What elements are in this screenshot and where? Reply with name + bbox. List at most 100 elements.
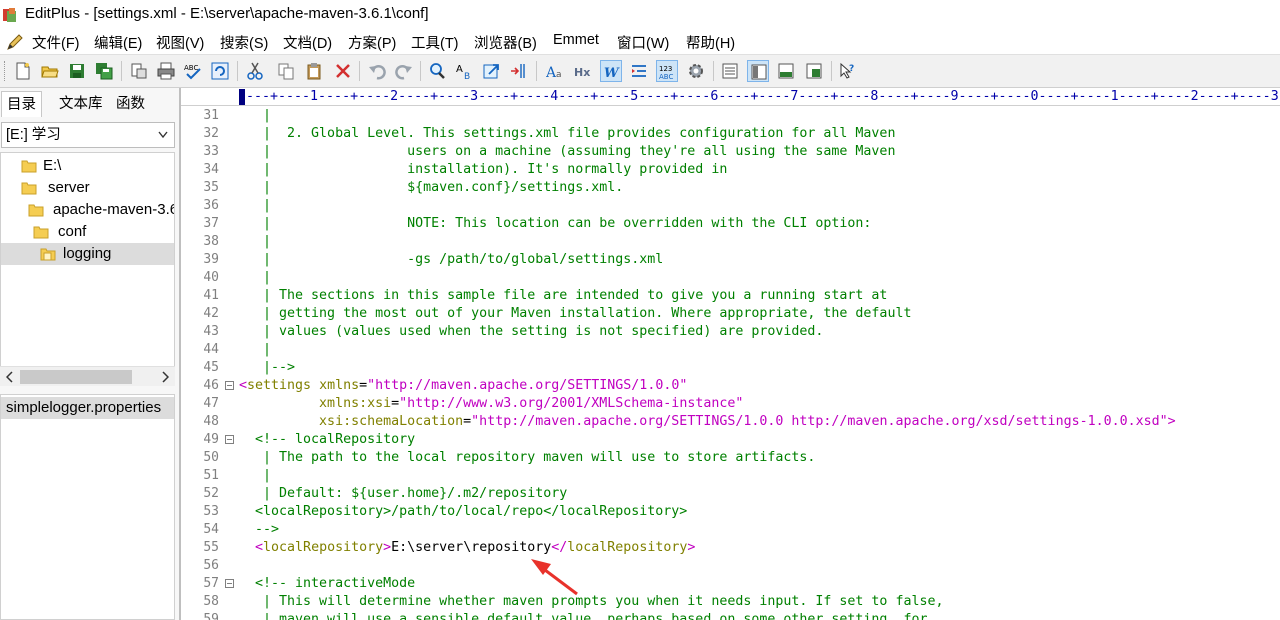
code-line[interactable]: 39 | -gs /path/to/global/settings.xml — [181, 251, 1280, 269]
word-wrap-button[interactable]: W — [600, 60, 622, 82]
print-preview-button[interactable] — [128, 60, 150, 82]
code-line[interactable]: 50 | The path to the local repository ma… — [181, 449, 1280, 467]
menu-tools[interactable]: 工具(T) — [411, 32, 459, 53]
context-help-button[interactable]: ? — [837, 60, 859, 82]
tab-cliptext[interactable]: 文本库 — [54, 91, 108, 117]
html-heading-button[interactable]: Hx — [572, 60, 594, 82]
code-token: localRepository — [263, 540, 384, 555]
directory-window-button[interactable] — [747, 60, 769, 82]
cut-button[interactable] — [244, 60, 266, 82]
save-button[interactable] — [66, 60, 88, 82]
find-button[interactable] — [426, 60, 448, 82]
menu-document[interactable]: 文档(D) — [283, 32, 332, 53]
code-line[interactable]: 51 | — [181, 467, 1280, 485]
menu-help[interactable]: 帮助(H) — [686, 32, 735, 53]
refresh-button[interactable] — [209, 60, 231, 82]
menu-view[interactable]: 视图(V) — [156, 32, 204, 53]
code-line[interactable]: 48 xsi:schemaLocation="http://maven.apac… — [181, 413, 1280, 431]
code-line[interactable]: 44 | — [181, 341, 1280, 359]
code-line[interactable]: 31 | — [181, 107, 1280, 125]
code-editor[interactable]: ---+----1----+----2----+----3----+----4-… — [181, 88, 1280, 620]
code-token: > — [383, 540, 392, 555]
toolbar-grip[interactable] — [4, 61, 8, 81]
tab-functions[interactable]: 函数 — [111, 91, 150, 117]
delete-button[interactable] — [332, 60, 354, 82]
goto-icon — [483, 64, 499, 79]
menu-file[interactable]: 文件(F) — [32, 32, 80, 53]
indent-lines-icon — [632, 65, 646, 77]
code-line[interactable]: 45 |--> — [181, 359, 1280, 377]
replace-button[interactable]: AB — [454, 60, 476, 82]
code-line[interactable]: 54 --> — [181, 521, 1280, 539]
code-line[interactable]: 55 <localRepository>E:\server\repository… — [181, 539, 1280, 557]
code-line[interactable]: 43 | values (values used when the settin… — [181, 323, 1280, 341]
fold-collapse-icon[interactable] — [225, 579, 234, 588]
code-line[interactable]: 37 | NOTE: This location can be overridd… — [181, 215, 1280, 233]
copy-button[interactable] — [275, 60, 297, 82]
drive-select[interactable]: [E:] 学习 — [1, 122, 175, 148]
open-file-button[interactable] — [39, 60, 61, 82]
goto-button[interactable] — [481, 60, 503, 82]
code-line[interactable]: 58 | This will determine whether maven p… — [181, 593, 1280, 611]
code-line[interactable]: 38 | — [181, 233, 1280, 251]
code-line[interactable]: 53 <localRepository>/path/to/local/repo<… — [181, 503, 1280, 521]
file-item[interactable]: simplelogger.properties — [1, 397, 174, 419]
menu-edit[interactable]: 编辑(E) — [94, 32, 142, 53]
scrollbar-thumb[interactable] — [20, 370, 132, 384]
code-line[interactable]: 40 | — [181, 269, 1280, 287]
indent-button[interactable] — [628, 60, 650, 82]
open-folder-icon — [40, 248, 56, 261]
line-number: 41 — [203, 288, 219, 303]
column-select-button[interactable] — [508, 60, 530, 82]
line-number: 42 — [203, 306, 219, 321]
print-button[interactable] — [155, 60, 177, 82]
code-line[interactable]: 41 | The sections in this sample file ar… — [181, 287, 1280, 305]
code-line[interactable]: 35 | ${maven.conf}/settings.xml. — [181, 179, 1280, 197]
code-line[interactable]: 42 | getting the most out of your Maven … — [181, 305, 1280, 323]
menu-project[interactable]: 方案(P) — [348, 32, 396, 53]
code-line[interactable]: 59 | maven will use a sensible default v… — [181, 611, 1280, 620]
font-button[interactable]: Aa — [544, 60, 566, 82]
code-token: | getting the most out of your Maven ins… — [239, 306, 912, 321]
code-token: <!-- interactiveMode — [239, 576, 416, 591]
code-text: | Default: ${user.home}/.m2/repository — [239, 485, 567, 503]
undo-button[interactable] — [366, 60, 388, 82]
code-line[interactable]: 33 | users on a machine (assuming they'r… — [181, 143, 1280, 161]
chevron-left-icon[interactable] — [6, 371, 14, 383]
tab-directory[interactable]: 目录 — [1, 91, 42, 117]
code-token: | — [239, 108, 272, 123]
file-list: simplelogger.properties — [0, 394, 175, 620]
fold-collapse-icon[interactable] — [225, 381, 234, 390]
code-line[interactable]: 57 <!-- interactiveMode — [181, 575, 1280, 593]
code-line[interactable]: 36 | — [181, 197, 1280, 215]
output-window-button[interactable] — [775, 60, 797, 82]
preferences-button[interactable] — [685, 60, 707, 82]
chevron-right-icon[interactable] — [161, 371, 169, 383]
browser-window-button[interactable] — [803, 60, 825, 82]
tree-horizontal-scrollbar[interactable] — [0, 366, 175, 386]
code-line[interactable]: 52 | Default: ${user.home}/.m2/repositor… — [181, 485, 1280, 503]
code-line[interactable]: 34 | installation). It's normally provid… — [181, 161, 1280, 179]
code-line[interactable]: 32 | 2. Global Level. This settings.xml … — [181, 125, 1280, 143]
redo-button[interactable] — [393, 60, 415, 82]
view-window-button[interactable] — [719, 60, 741, 82]
menu-emmet[interactable]: Emmet — [553, 32, 599, 48]
sidebar: 目录 文本库 函数 [E:] 学习 E:\ server apache-mave… — [0, 88, 179, 620]
code-line[interactable]: 56 — [181, 557, 1280, 575]
code-line[interactable]: 49 <!-- localRepository — [181, 431, 1280, 449]
code-token: | values (values used when the setting i… — [239, 324, 824, 339]
fold-collapse-icon[interactable] — [225, 435, 234, 444]
code-line[interactable]: 47 xmlns:xsi="http://www.w3.org/2001/XML… — [181, 395, 1280, 413]
code-line[interactable]: 46 <settings xmlns="http://maven.apache.o… — [181, 377, 1280, 395]
menu-window[interactable]: 窗口(W) — [617, 32, 669, 53]
spell-check-button[interactable]: ABC — [182, 60, 204, 82]
menu-browser[interactable]: 浏览器(B) — [474, 32, 537, 53]
menu-search[interactable]: 搜索(S) — [220, 32, 268, 53]
save-all-button[interactable] — [93, 60, 115, 82]
paste-button[interactable] — [303, 60, 325, 82]
code-token: | ${maven.conf}/settings.xml. — [239, 180, 624, 195]
line-number-button[interactable]: 123 ABC — [656, 60, 678, 82]
word-wrap-icon: W — [604, 66, 620, 81]
tree-item-logging[interactable]: logging — [1, 243, 174, 265]
new-file-button[interactable] — [12, 60, 34, 82]
